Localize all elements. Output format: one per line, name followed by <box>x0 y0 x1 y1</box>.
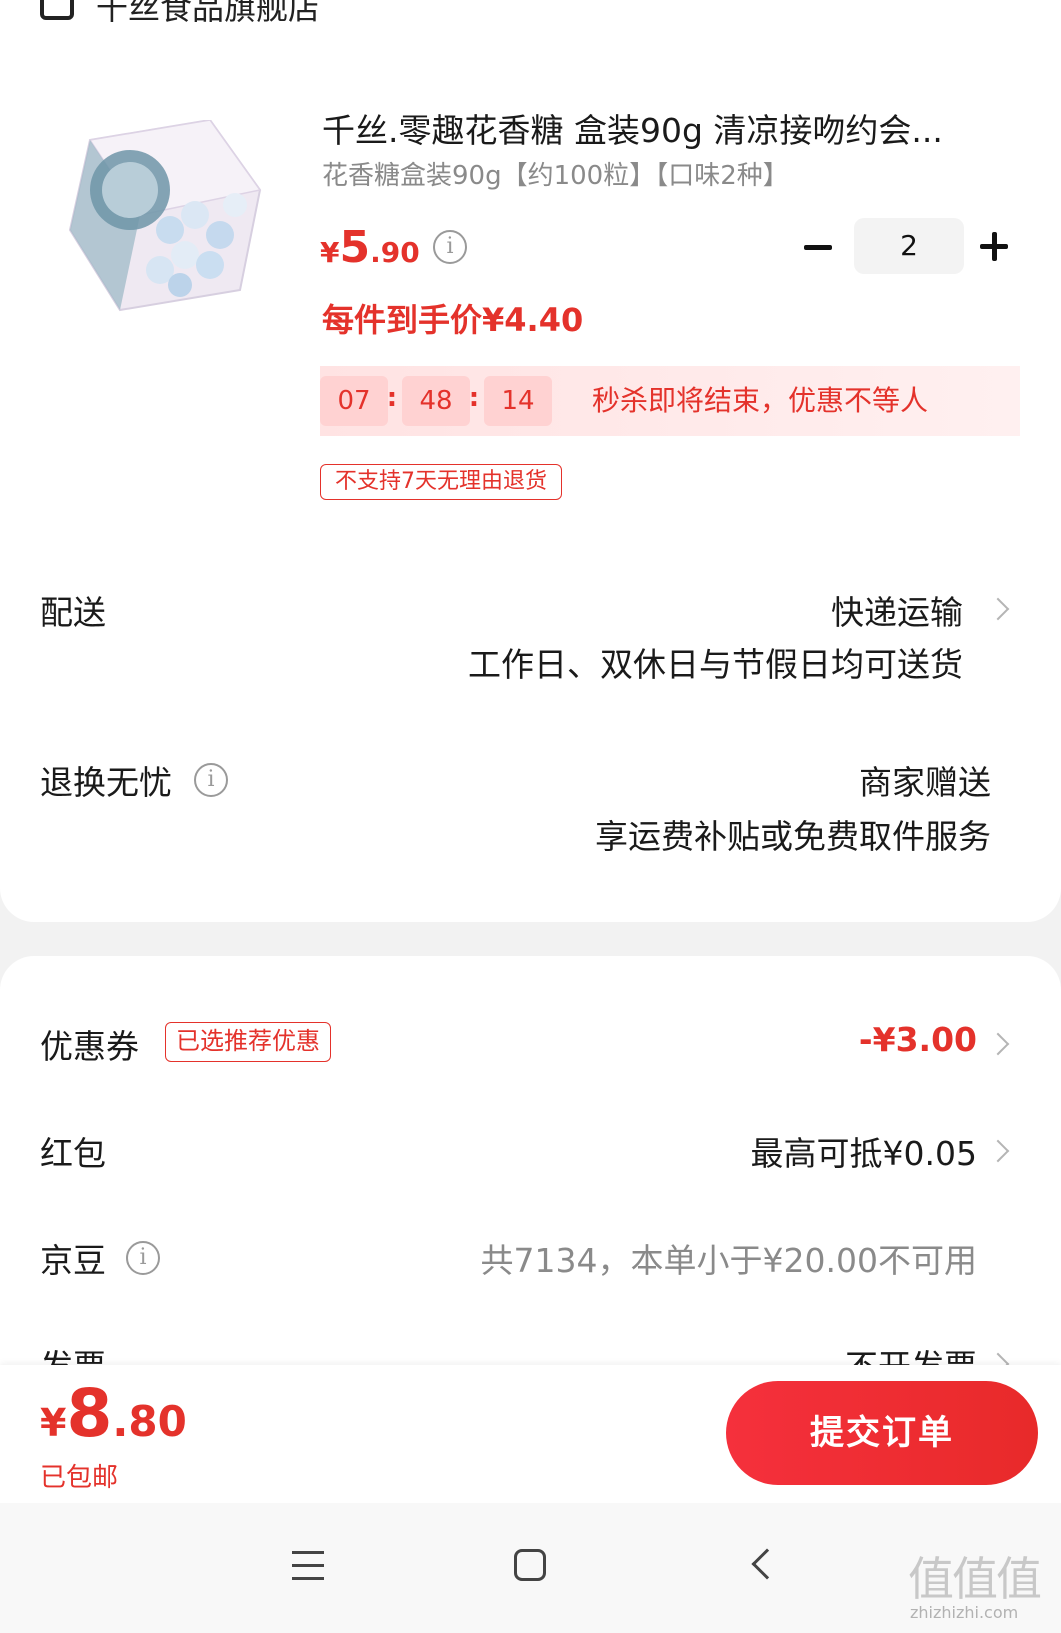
return-service-label: 退换无忧 <box>40 763 172 802</box>
countdown-minutes: 48 <box>402 376 470 426</box>
price-info-icon[interactable]: i <box>433 230 467 264</box>
jd-beans-info-icon[interactable]: i <box>126 1241 160 1275</box>
quantity-plus-button[interactable] <box>980 218 1020 276</box>
countdown-separator: : <box>386 383 398 413</box>
coupon-value[interactable]: -¥3.00 <box>859 1020 977 1059</box>
total-price: ¥ 8 .80 <box>40 1375 187 1452</box>
flash-sale-bar: 07 : 48 : 14 秒杀即将结束，优惠不等人 <box>320 366 1020 436</box>
return-service-title: 商家赠送 <box>859 763 991 802</box>
home-icon[interactable] <box>514 1549 546 1581</box>
jd-beans-row: 京豆 i <box>40 1234 160 1282</box>
flash-sale-text: 秒杀即将结束，优惠不等人 <box>592 384 929 417</box>
product-price: ¥ 5 .90 <box>320 222 420 273</box>
checkout-bar: ¥ 8 .80 已包邮 提交订单 <box>0 1365 1061 1503</box>
return-service-row: 退换无忧 i <box>40 756 228 804</box>
system-nav-bar: 值值值 zhizhizhi.com <box>0 1503 1061 1633</box>
red-packet-value[interactable]: 最高可抵¥0.05 <box>751 1127 977 1175</box>
countdown-seconds: 14 <box>484 376 552 426</box>
shipping-status: 已包邮 <box>40 1463 119 1493</box>
total-integer: 8 <box>66 1375 113 1452</box>
quantity-value[interactable]: 2 <box>854 218 964 274</box>
store-name: 千丝食品旗舰店 <box>96 0 321 27</box>
price-currency: ¥ <box>320 236 340 269</box>
back-icon[interactable] <box>751 1548 783 1580</box>
product-title[interactable]: 千丝.零趣花香糖 盒装90g 清凉接吻约会... <box>322 104 1002 152</box>
store-header[interactable]: 千丝食品旗舰店 <box>40 0 321 27</box>
countdown-hours: 07 <box>320 376 388 426</box>
price-decimal: .90 <box>370 236 420 269</box>
coupon-tag: 已选推荐优惠 <box>165 1022 331 1062</box>
product-image[interactable] <box>60 120 270 320</box>
coupon-label: 优惠券 <box>40 1027 139 1066</box>
store-icon <box>40 0 74 20</box>
total-currency: ¥ <box>40 1401 67 1445</box>
quantity-stepper: 2 <box>800 218 1020 276</box>
per-unit-price: 每件到手价¥4.40 <box>322 301 584 339</box>
delivery-label: 配送 <box>40 593 106 632</box>
submit-order-button[interactable]: 提交订单 <box>726 1381 1038 1485</box>
watermark-url: zhizhizhi.com <box>910 1603 1019 1622</box>
quantity-minus-button[interactable] <box>800 218 840 276</box>
total-decimal: .80 <box>112 1397 187 1446</box>
return-info-icon[interactable]: i <box>194 763 228 797</box>
return-service-detail: 享运费补贴或免费取件服务 <box>595 817 991 856</box>
menu-icon[interactable] <box>292 1551 324 1581</box>
price-integer: 5 <box>339 222 371 273</box>
delivery-method[interactable]: 快递运输 <box>831 586 963 634</box>
jd-beans-value: 共7134，本单小于¥20.00不可用 <box>480 1241 977 1280</box>
no-return-tag: 不支持7天无理由退货 <box>320 464 562 500</box>
countdown-separator: : <box>468 383 480 413</box>
watermark: 值值值 <box>908 1552 1042 1606</box>
product-spec[interactable]: 花香糖盒装90g【约100粒】【口味2种】 <box>322 155 789 192</box>
delivery-detail: 工作日、双休日与节假日均可送货 <box>468 645 963 684</box>
red-packet-label: 红包 <box>40 1134 106 1173</box>
jd-beans-label: 京豆 <box>40 1241 106 1280</box>
